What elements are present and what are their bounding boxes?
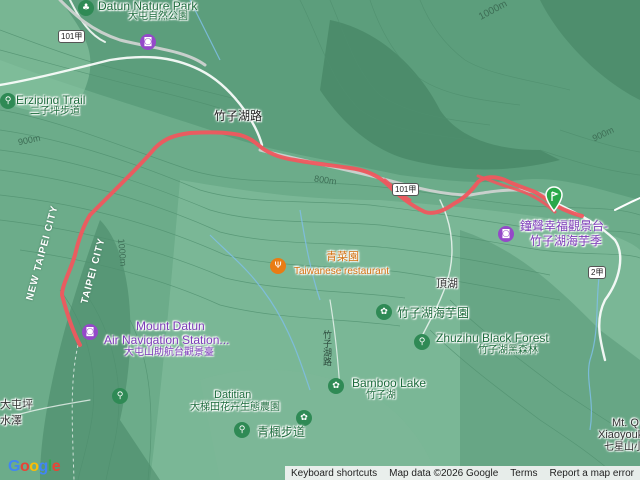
poi-label-qingfeng[interactable]: 青楓步道 — [257, 426, 305, 438]
poi-label-zhongsheng[interactable]: 鐘聲幸福觀景台- — [520, 220, 608, 232]
camera-icon[interactable]: ◙ — [82, 324, 98, 340]
poi-label-bamboo-lake[interactable]: Bamboo Lake — [352, 377, 426, 389]
hiker-icon[interactable]: ⚲ — [414, 334, 430, 350]
keyboard-shortcuts-link[interactable]: Keyboard shortcuts — [285, 468, 383, 479]
logo-letter: e — [51, 458, 61, 475]
flower-icon[interactable]: ✿ — [376, 304, 392, 320]
place-label-mt-q[interactable]: Mt. Q — [612, 418, 639, 429]
terms-link[interactable]: Terms — [504, 468, 543, 479]
poi-label-erziping[interactable]: Erziping Trail — [16, 94, 85, 106]
camera-icon[interactable]: ◙ — [140, 34, 156, 50]
logo-letter: o — [29, 458, 39, 475]
route-shield: 101甲 — [58, 30, 86, 43]
route-shield: 2甲 — [588, 266, 607, 279]
flower-icon[interactable]: ✿ — [296, 410, 312, 426]
road-label-zhuzihu: 竹子湖路 — [214, 109, 263, 123]
poi-sublabel-mount-datun: 大屯山助航台觀景臺 — [124, 347, 214, 358]
poi-sublabel-bamboo-lake: 竹子湖 — [366, 390, 396, 401]
report-error-link[interactable]: Report a map error — [544, 468, 640, 479]
poi-label-zhuzihu-taro[interactable]: 竹子湖海芋園 — [397, 307, 469, 319]
poi-label-mount-datun[interactable]: Mount Datun — [136, 320, 205, 332]
hiker-icon[interactable]: ⚲ — [112, 388, 128, 404]
poi-sublabel-datitian: 大梯田花卉生態農園 — [190, 402, 280, 413]
poi-label-datitian[interactable]: Datitian — [214, 390, 251, 401]
poi-sublabel-datun-park: 大屯自然公園 — [128, 11, 188, 22]
logo-letter: o — [19, 458, 30, 475]
camera-icon[interactable]: ◙ — [498, 226, 514, 242]
poi-sublabel-qingcai: Taiwanese restaurant — [294, 266, 390, 277]
flower-icon[interactable]: ✿ — [328, 378, 344, 394]
attribution-bar: Keyboard shortcuts Map data ©2026 Google… — [284, 466, 640, 480]
contour-label: 1000m — [116, 238, 129, 267]
poi-sublabel-black-forest: 竹子湖黑森林 — [478, 345, 538, 356]
logo-letter: G — [8, 458, 20, 475]
poi-label-mount-datun-2[interactable]: Air Navigation Station... — [104, 334, 229, 346]
hiker-icon[interactable]: ⚲ — [0, 93, 16, 109]
place-label-dinghu: 頂湖 — [436, 278, 458, 290]
place-label-water: 水澤 — [0, 415, 22, 427]
hiker-icon[interactable]: ⚲ — [234, 422, 250, 438]
road-label-zhuzihu-vertical: 竹子湖路 — [322, 330, 332, 366]
poi-sublabel-erziping: 二子坪步道 — [30, 106, 80, 117]
start-pin-icon[interactable] — [545, 186, 563, 212]
map-data-text: Map data ©2026 Google — [389, 467, 499, 479]
route-shield: 101甲 — [392, 183, 420, 196]
poi-label-black-forest[interactable]: Zhuzihu Black Forest — [436, 332, 549, 344]
poi-label-qingcai[interactable]: 青菜園 — [326, 252, 359, 263]
place-label-datunping: 大屯坪 — [0, 399, 33, 411]
place-label-mt-q-2[interactable]: Xiaoyouk — [598, 430, 640, 441]
poi-sublabel-zhongsheng: 竹子湖海芋季 — [530, 234, 603, 248]
google-logo[interactable]: Google — [8, 458, 61, 476]
fork-knife-icon[interactable]: Ψ — [270, 258, 286, 274]
tree-icon[interactable]: ♣ — [78, 0, 94, 16]
map-canvas[interactable]: 1000m 1000m 900m 900m 800m 101甲 101甲 2甲 … — [0, 0, 640, 480]
place-label-mt-q-zh: 七星山小 — [604, 442, 640, 453]
logo-letter: g — [38, 458, 49, 475]
